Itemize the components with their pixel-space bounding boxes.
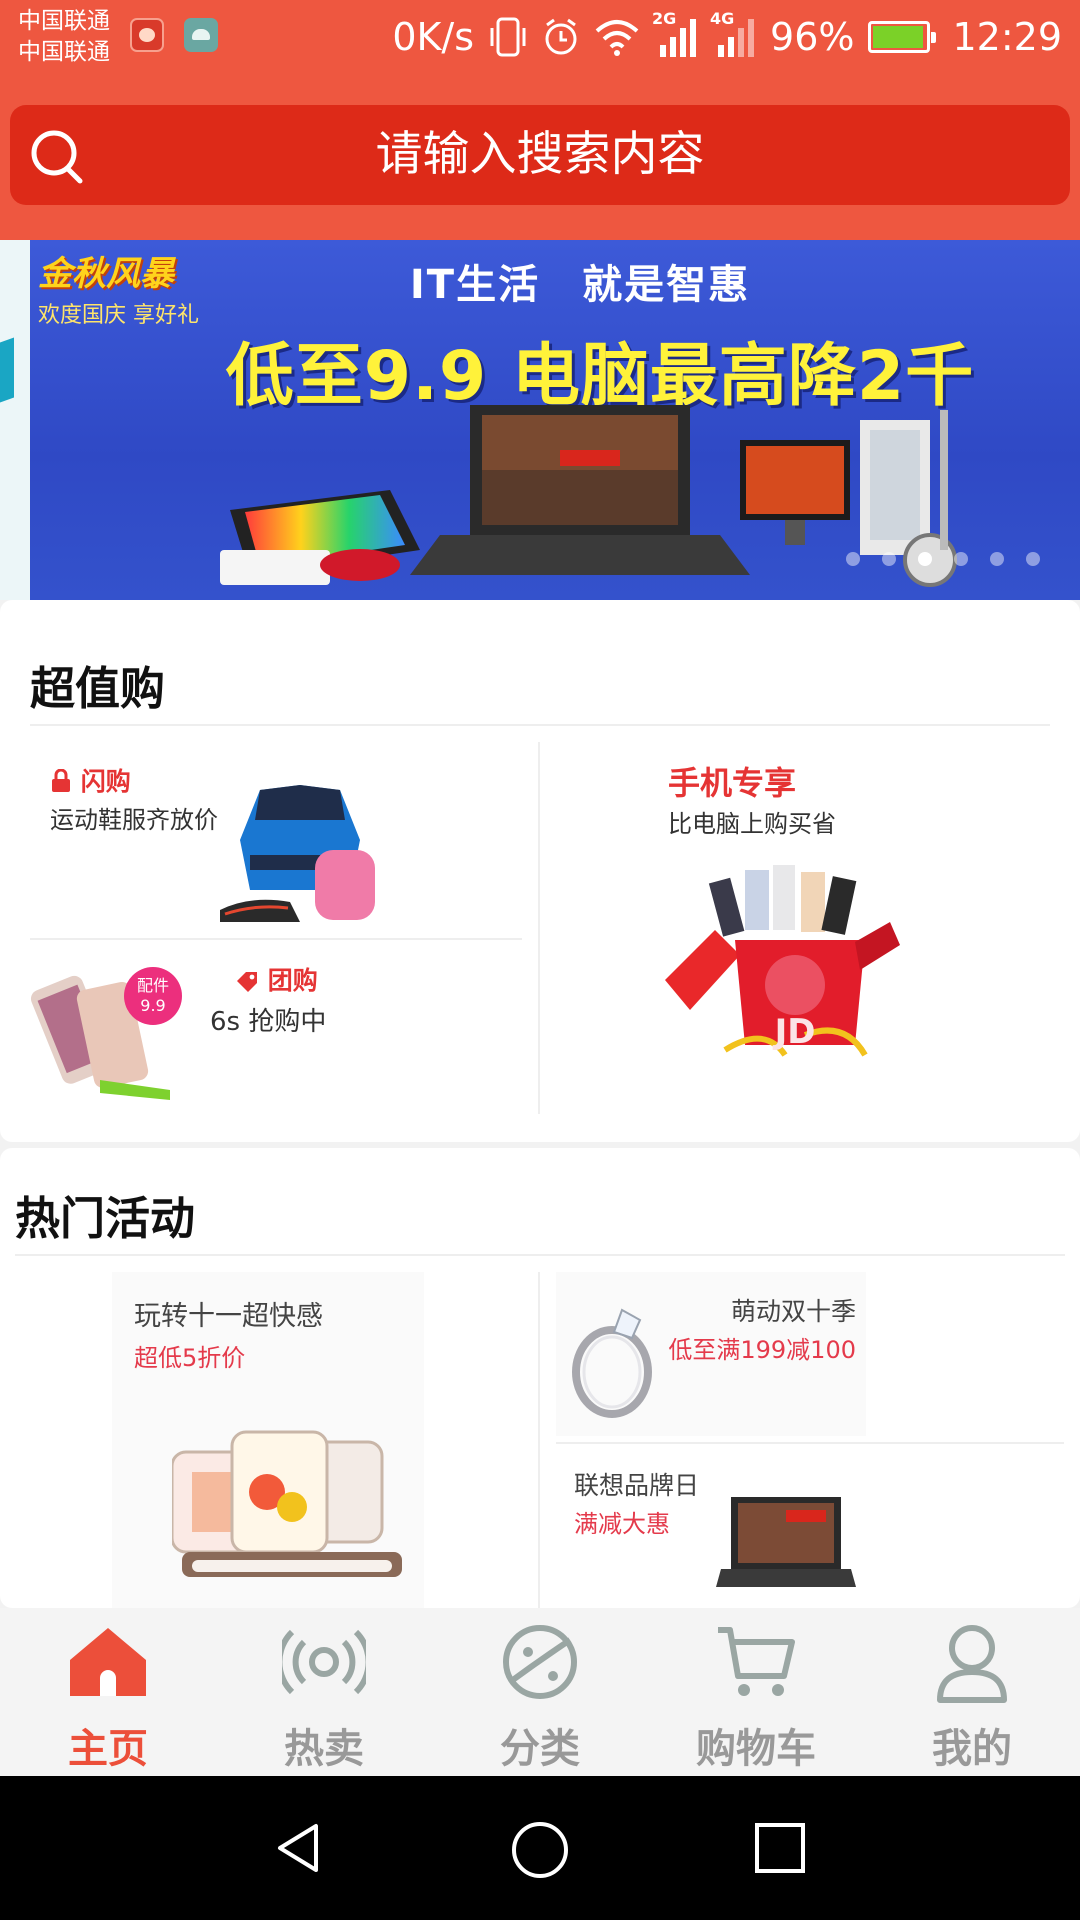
battery-percent: 96% bbox=[770, 15, 855, 59]
lenovo-promo-tile[interactable]: 联想品牌日 满减大惠 bbox=[556, 1452, 866, 1608]
search-placeholder: 请输入搜索内容 bbox=[375, 127, 705, 182]
lock-icon bbox=[52, 768, 70, 792]
divider-vertical bbox=[538, 742, 540, 1114]
lenovo-promo-subtitle: 满减大惠 bbox=[574, 1510, 670, 1538]
mobile-exclusive-tile[interactable]: 手机专享 比电脑上购买省 JD bbox=[545, 740, 1055, 1120]
banner-dot[interactable] bbox=[846, 552, 860, 566]
flash-sale-tile[interactable]: 闪购 运动鞋服齐放价 bbox=[30, 740, 530, 936]
signal-icon bbox=[660, 19, 697, 57]
battery-icon bbox=[868, 21, 937, 53]
search-input[interactable]: 请输入搜索内容 bbox=[10, 105, 1070, 205]
hot-activities-section: 热门活动 玩转十一超快感 超低5折价 萌动双十季 低至满199减100 联想品牌… bbox=[0, 1148, 1080, 1612]
group-buy-subtitle: 6s 抢购中 bbox=[210, 1007, 327, 1037]
accessory-badge: 配件 9.9 bbox=[124, 967, 182, 1025]
tab-hot[interactable]: 热卖 bbox=[216, 1608, 432, 1776]
signal-4g: 4G bbox=[710, 9, 756, 59]
tab-profile[interactable]: 我的 bbox=[864, 1608, 1080, 1776]
group-buy-tile[interactable]: 配件 9.9 团购 6s 抢购中 bbox=[30, 945, 530, 1125]
home-button-icon[interactable] bbox=[510, 1820, 570, 1880]
notification-app-icon bbox=[130, 18, 164, 52]
signal-2g: 2G bbox=[652, 9, 698, 59]
banner-brand: 金秋风暴 欢度国庆 享好礼 bbox=[38, 246, 248, 328]
divider bbox=[30, 724, 1050, 726]
tab-category[interactable]: 分类 bbox=[432, 1608, 648, 1776]
bottom-nav: 主页 热卖 分类 购物车 我的 bbox=[0, 1608, 1080, 1776]
lenovo-laptop-image bbox=[716, 1497, 856, 1587]
tab-cart[interactable]: 购物车 bbox=[648, 1608, 864, 1776]
banner-prev-peek bbox=[0, 337, 14, 403]
kettle-promo-title: 玩转十一超快感 bbox=[134, 1301, 323, 1332]
divider-vertical bbox=[538, 1272, 540, 1612]
section-title: 超值购 bbox=[30, 662, 166, 715]
clock: 12:29 bbox=[952, 15, 1062, 59]
user-icon bbox=[937, 1625, 1007, 1703]
banner-dot[interactable] bbox=[954, 552, 968, 566]
tab-label: 我的 bbox=[932, 1726, 1012, 1772]
banner-headline: IT生活 就是智惠 bbox=[409, 262, 751, 308]
flash-sale-label: 闪购 bbox=[50, 762, 131, 798]
flash-sale-title: 闪购 bbox=[80, 767, 131, 796]
wifi-icon bbox=[595, 20, 639, 56]
divider bbox=[556, 1442, 1064, 1444]
planet-icon bbox=[503, 1625, 577, 1699]
battery-fill bbox=[873, 26, 924, 48]
vibrate-icon bbox=[490, 17, 526, 57]
banner-dot[interactable] bbox=[990, 552, 1004, 566]
badge-line2: 9.9 bbox=[140, 996, 166, 1015]
jd-logo: JD bbox=[774, 1012, 816, 1052]
jacket-image bbox=[220, 785, 375, 922]
broadcast-icon bbox=[282, 1629, 366, 1695]
system-nav-bar bbox=[0, 1776, 1080, 1920]
status-right: 0K/s 2G 4G 96% 12:29 bbox=[392, 9, 1062, 62]
group-buy-label: 团购 bbox=[235, 961, 318, 997]
carrier-1: 中国联通 bbox=[18, 8, 110, 34]
ring-promo-title: 萌动双十季 bbox=[730, 1297, 856, 1326]
ring-promo-tile[interactable]: 萌动双十季 低至满199减100 bbox=[556, 1272, 866, 1436]
mobile-exclusive-title: 手机专享 bbox=[668, 764, 797, 802]
tab-home[interactable]: 主页 bbox=[0, 1608, 216, 1776]
badge-line1: 配件 bbox=[136, 976, 169, 995]
back-icon[interactable] bbox=[272, 1820, 328, 1876]
banner-pagination[interactable] bbox=[846, 552, 1040, 566]
tab-label: 购物车 bbox=[696, 1726, 816, 1772]
carrier-info: 中国联通 中国联通 bbox=[18, 6, 110, 68]
section-title: 热门活动 bbox=[15, 1192, 196, 1245]
kettle-promo-subtitle: 超低5折价 bbox=[134, 1344, 246, 1372]
tab-label: 主页 bbox=[68, 1726, 148, 1772]
banner-brand-title: 金秋风暴 bbox=[38, 254, 174, 294]
banner-dot[interactable] bbox=[882, 552, 896, 566]
status-bar: 中国联通 中国联通 0K/s 2G 4G 96% 12:29 bbox=[0, 0, 1080, 76]
tag-icon bbox=[237, 972, 257, 992]
kettle-image bbox=[172, 1430, 402, 1577]
tab-label: 分类 bbox=[500, 1726, 580, 1772]
search-header: 请输入搜索内容 bbox=[0, 76, 1080, 240]
cart-icon bbox=[718, 1627, 795, 1696]
app-screen: 中国联通 中国联通 0K/s 2G 4G 96% 12:29 请输入搜索内容 金… bbox=[0, 0, 1080, 1920]
group-buy-title: 团购 bbox=[267, 966, 318, 995]
banner-dot[interactable] bbox=[918, 552, 932, 566]
banner-slide[interactable]: 金秋风暴 欢度国庆 享好礼 IT生活 就是智惠 低至9.9 电脑最高降2千 bbox=[30, 240, 1080, 600]
carrier-2: 中国联通 bbox=[18, 39, 110, 65]
alarm-icon bbox=[545, 18, 577, 55]
android-notification-icon bbox=[184, 18, 218, 52]
kettle-promo-tile[interactable]: 玩转十一超快感 超低5折价 bbox=[112, 1272, 424, 1608]
lenovo-promo-title: 联想品牌日 bbox=[574, 1471, 700, 1500]
value-buy-section: 超值购 闪购 运动鞋服齐放价 配件 9.9 团购 6s 抢购中 手机专享 比电脑… bbox=[0, 600, 1080, 1142]
tab-label: 热卖 bbox=[284, 1726, 364, 1772]
recents-icon[interactable] bbox=[752, 1820, 808, 1876]
signal-icon bbox=[718, 19, 755, 57]
flash-sale-subtitle: 运动鞋服齐放价 bbox=[50, 806, 218, 834]
promo-banner[interactable]: 金秋风暴 欢度国庆 享好礼 IT生活 就是智惠 低至9.9 电脑最高降2千 bbox=[0, 240, 1080, 600]
divider bbox=[15, 1254, 1065, 1256]
ring-promo-subtitle: 低至满199减100 bbox=[668, 1336, 856, 1364]
divider bbox=[30, 938, 522, 940]
mobile-exclusive-subtitle: 比电脑上购买省 bbox=[668, 810, 836, 838]
home-icon bbox=[70, 1628, 146, 1696]
ring-image bbox=[572, 1308, 652, 1418]
banner-dot[interactable] bbox=[1026, 552, 1040, 566]
net-speed: 0K/s bbox=[392, 15, 475, 59]
